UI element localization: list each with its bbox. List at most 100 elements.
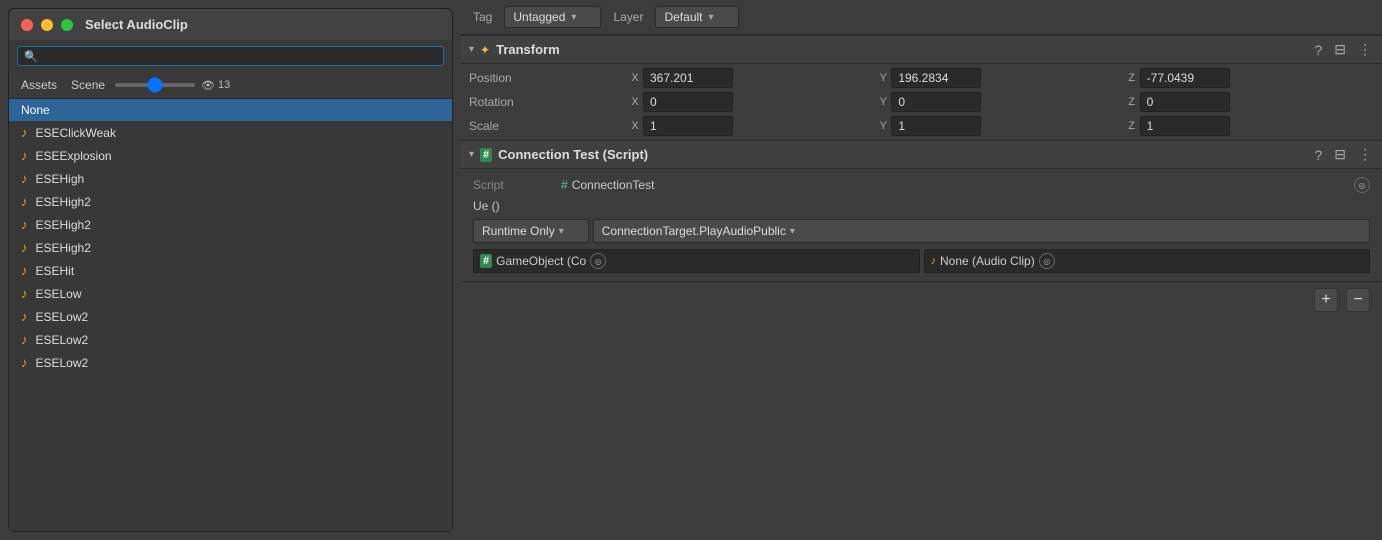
- y-axis-label: Y: [877, 72, 889, 84]
- music-icon: ♪: [21, 332, 28, 347]
- script-ref-value: # ConnectionTest: [561, 178, 1346, 192]
- gameobject-target-button[interactable]: ◎: [590, 253, 606, 269]
- list-item[interactable]: ♪ ESELow2: [9, 305, 452, 328]
- x-axis-label: X: [629, 96, 641, 108]
- tag-label: Tag: [473, 10, 492, 24]
- music-icon: ♪: [21, 148, 28, 163]
- transform-fields: Position X Y Z Rotation X Y Z Scale: [461, 64, 1382, 140]
- rotation-y-input[interactable]: [891, 92, 981, 112]
- list-item[interactable]: ♪ ESEHit: [9, 259, 452, 282]
- scene-row: Scene: [67, 76, 195, 94]
- list-item[interactable]: ♪ ESEHigh2: [9, 236, 452, 259]
- runtime-chevron-down-icon: ▾: [559, 226, 564, 237]
- list-item[interactable]: ♪ ESEHigh2: [9, 213, 452, 236]
- music-icon: ♪: [21, 309, 28, 324]
- tab-scene[interactable]: Scene: [67, 76, 109, 94]
- transform-settings-button[interactable]: ⊟: [1332, 41, 1348, 58]
- minimize-button[interactable]: [41, 19, 53, 31]
- search-bar: 🔍: [9, 40, 452, 72]
- tab-assets[interactable]: Assets: [17, 76, 61, 94]
- rotation-z-input[interactable]: [1140, 92, 1230, 112]
- item-label: None: [21, 103, 50, 117]
- close-button[interactable]: [21, 19, 33, 31]
- add-button[interactable]: +: [1314, 288, 1338, 312]
- script-section-title: Connection Test (Script): [498, 147, 1306, 162]
- position-label: Position: [469, 68, 629, 88]
- scale-x-group: X: [629, 116, 877, 136]
- music-icon: ♪: [21, 286, 28, 301]
- audioclip-field: ♪ None (Audio Clip) ◎: [924, 249, 1371, 273]
- transform-help-button[interactable]: ?: [1312, 42, 1324, 58]
- list-item[interactable]: ♪ ESEExplosion: [9, 144, 452, 167]
- audioclip-music-icon: ♪: [931, 255, 937, 267]
- transform-section-header: ▾ ✦ Transform ? ⊟ ⋮: [461, 35, 1382, 64]
- script-hash-icon: #: [561, 178, 568, 192]
- transform-actions: ? ⊟ ⋮: [1312, 41, 1374, 58]
- layer-dropdown[interactable]: Default ▾: [655, 6, 738, 28]
- script-actions: ? ⊟ ⋮: [1312, 146, 1374, 163]
- eye-count: 13: [218, 79, 230, 91]
- position-x-input[interactable]: [643, 68, 733, 88]
- rotation-x-input[interactable]: [643, 92, 733, 112]
- transform-collapse-icon[interactable]: ▾: [469, 44, 474, 55]
- tabs-row: Assets Scene 👁 13: [9, 72, 452, 99]
- select-audioclip-panel: Select AudioClip 🔍 Assets Scene 👁 13 Non…: [8, 8, 453, 532]
- method-dropdown[interactable]: ConnectionTarget.PlayAudioPublic ▾: [593, 219, 1370, 243]
- item-label: ESEClickWeak: [36, 126, 116, 140]
- script-help-button[interactable]: ?: [1312, 147, 1324, 163]
- music-icon: ♪: [21, 217, 28, 232]
- runtime-value: Runtime Only: [482, 224, 555, 238]
- list-item[interactable]: ♪ ESELow2: [9, 328, 452, 351]
- search-icon: 🔍: [24, 50, 38, 63]
- window-titlebar: Select AudioClip: [9, 9, 452, 40]
- position-y-group: Y: [877, 68, 1125, 88]
- item-label: ESEHigh: [36, 172, 85, 186]
- list-item[interactable]: None: [9, 99, 452, 121]
- item-label: ESEHigh2: [36, 218, 91, 232]
- music-icon: ♪: [21, 240, 28, 255]
- music-icon: ♪: [21, 355, 28, 370]
- audioclip-label: None (Audio Clip): [940, 254, 1035, 268]
- position-z-input[interactable]: [1140, 68, 1230, 88]
- remove-button[interactable]: −: [1346, 288, 1370, 312]
- list-item[interactable]: ♪ ESELow: [9, 282, 452, 305]
- script-name: ConnectionTest: [572, 178, 655, 192]
- position-x-group: X: [629, 68, 877, 88]
- script-target-button[interactable]: ◎: [1354, 177, 1370, 193]
- gameobject-label: GameObject (Co: [496, 254, 586, 268]
- search-input-wrap: 🔍: [17, 46, 444, 66]
- inspector-panel: Tag Untagged ▾ Layer Default ▾ ▾ ✦ Trans…: [461, 0, 1382, 540]
- scene-slider[interactable]: [115, 83, 195, 87]
- script-menu-button[interactable]: ⋮: [1356, 146, 1374, 163]
- bottom-bar: + −: [461, 281, 1382, 318]
- eye-icon: 👁: [201, 79, 215, 92]
- list-item[interactable]: ♪ ESEHigh2: [9, 190, 452, 213]
- item-label: ESEHit: [36, 264, 75, 278]
- audioclip-target-button[interactable]: ◎: [1039, 253, 1055, 269]
- item-label: ESELow: [36, 287, 82, 301]
- scale-x-input[interactable]: [643, 116, 733, 136]
- transform-icon: ✦: [480, 43, 490, 57]
- layer-value: Default: [664, 10, 702, 24]
- tag-dropdown[interactable]: Untagged ▾: [504, 6, 601, 28]
- z-axis-label: Z: [1126, 72, 1138, 84]
- transform-menu-button[interactable]: ⋮: [1356, 41, 1374, 58]
- list-item[interactable]: ♪ ESEHigh: [9, 167, 452, 190]
- item-label: ESEExplosion: [36, 149, 112, 163]
- scale-z-input[interactable]: [1140, 116, 1230, 136]
- script-settings-button[interactable]: ⊟: [1332, 146, 1348, 163]
- music-icon: ♪: [21, 171, 28, 186]
- script-collapse-icon[interactable]: ▾: [469, 149, 474, 160]
- layer-chevron-down-icon: ▾: [709, 12, 714, 23]
- rotation-x-group: X: [629, 92, 877, 112]
- list-item[interactable]: ♪ ESEClickWeak: [9, 121, 452, 144]
- search-input[interactable]: [42, 49, 437, 63]
- method-chevron-down-icon: ▾: [790, 226, 795, 237]
- runtime-dropdown[interactable]: Runtime Only ▾: [473, 219, 589, 243]
- list-item[interactable]: ♪ ESELow2: [9, 351, 452, 374]
- y-axis-label: Y: [877, 120, 889, 132]
- scale-y-input[interactable]: [891, 116, 981, 136]
- maximize-button[interactable]: [61, 19, 73, 31]
- position-y-input[interactable]: [891, 68, 981, 88]
- scale-y-group: Y: [877, 116, 1125, 136]
